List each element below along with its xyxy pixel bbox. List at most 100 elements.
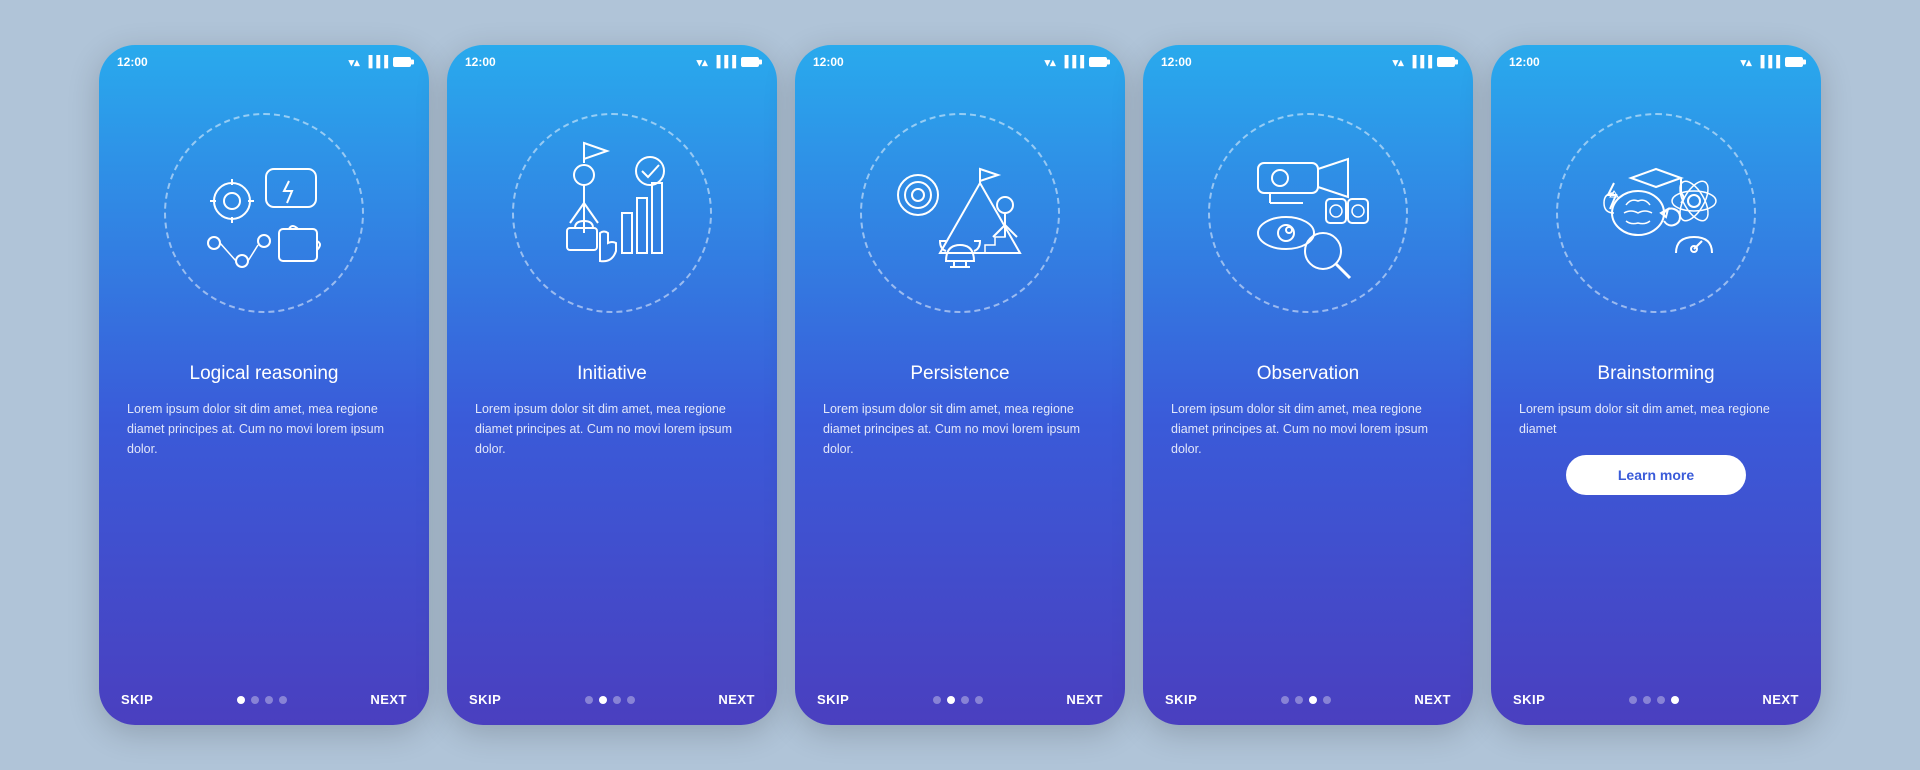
dot-2-0 — [585, 696, 593, 704]
illustration-3 — [795, 73, 1125, 353]
dot-3-2 — [961, 696, 969, 704]
slide-title-3: Persistence — [823, 363, 1097, 385]
nav-dots-1 — [237, 696, 287, 704]
nav-bar-3: SKIP NEXT — [795, 678, 1125, 725]
signal-icon-3: ▐▐▐ — [1061, 56, 1084, 68]
observation-icon — [1228, 133, 1388, 293]
status-icons-5: ▾▴ ▐▐▐ — [1741, 56, 1803, 69]
dashed-circle-4 — [1208, 113, 1408, 313]
next-button-2[interactable]: NEXT — [718, 692, 755, 707]
dot-5-3 — [1671, 696, 1679, 704]
battery-icon-5 — [1785, 57, 1803, 67]
signal-icon-5: ▐▐▐ — [1757, 56, 1780, 68]
wifi-icon-2: ▾▴ — [697, 56, 708, 69]
time-2: 12:00 — [465, 55, 496, 69]
dot-4-2 — [1309, 696, 1317, 704]
dot-3-1 — [947, 696, 955, 704]
slide-title-4: Observation — [1171, 363, 1445, 385]
phone-observation: 12:00 ▾▴ ▐▐▐ — [1143, 45, 1473, 725]
phone-persistence: 12:00 ▾▴ ▐▐▐ — [795, 45, 1125, 725]
dot-1-0 — [237, 696, 245, 704]
content-5: Brainstorming Lorem ipsum dolor sit dim … — [1491, 353, 1821, 678]
nav-dots-2 — [585, 696, 635, 704]
dot-1-2 — [265, 696, 273, 704]
wifi-icon-1: ▾▴ — [349, 56, 360, 69]
skip-button-4[interactable]: SKIP — [1165, 692, 1197, 707]
phone-brainstorming: 12:00 ▾▴ ▐▐▐ — [1491, 45, 1821, 725]
next-button-4[interactable]: NEXT — [1414, 692, 1451, 707]
status-icons-3: ▾▴ ▐▐▐ — [1045, 56, 1107, 69]
status-bar-4: 12:00 ▾▴ ▐▐▐ — [1143, 45, 1473, 73]
illustration-1 — [99, 73, 429, 353]
battery-icon-1 — [393, 57, 411, 67]
nav-dots-5 — [1629, 696, 1679, 704]
time-5: 12:00 — [1509, 55, 1540, 69]
next-button-5[interactable]: NEXT — [1762, 692, 1799, 707]
persistence-icon — [880, 133, 1040, 293]
dot-5-2 — [1657, 696, 1665, 704]
status-icons-4: ▾▴ ▐▐▐ — [1393, 56, 1455, 69]
initiative-icon — [532, 133, 692, 293]
slide-title-5: Brainstorming — [1519, 363, 1793, 385]
slide-body-1: Lorem ipsum dolor sit dim amet, mea regi… — [127, 399, 401, 459]
status-icons-2: ▾▴ ▐▐▐ — [697, 56, 759, 69]
learn-more-button[interactable]: Learn more — [1566, 455, 1746, 495]
skip-button-5[interactable]: SKIP — [1513, 692, 1545, 707]
signal-icon-2: ▐▐▐ — [713, 56, 736, 68]
dot-4-1 — [1295, 696, 1303, 704]
wifi-icon-4: ▾▴ — [1393, 56, 1404, 69]
time-4: 12:00 — [1161, 55, 1192, 69]
signal-icon-4: ▐▐▐ — [1409, 56, 1432, 68]
skip-button-3[interactable]: SKIP — [817, 692, 849, 707]
dot-2-1 — [599, 696, 607, 704]
wifi-icon-3: ▾▴ — [1045, 56, 1056, 69]
status-bar-5: 12:00 ▾▴ ▐▐▐ — [1491, 45, 1821, 73]
skip-button-2[interactable]: SKIP — [469, 692, 501, 707]
slide-body-5: Lorem ipsum dolor sit dim amet, mea regi… — [1519, 399, 1793, 439]
dot-5-0 — [1629, 696, 1637, 704]
battery-icon-4 — [1437, 57, 1455, 67]
content-1: Logical reasoning Lorem ipsum dolor sit … — [99, 353, 429, 678]
status-bar-1: 12:00 ▾▴ ▐▐▐ — [99, 45, 429, 73]
slide-body-4: Lorem ipsum dolor sit dim amet, mea regi… — [1171, 399, 1445, 459]
skip-button-1[interactable]: SKIP — [121, 692, 153, 707]
dashed-circle-5 — [1556, 113, 1756, 313]
dot-2-2 — [613, 696, 621, 704]
dot-3-3 — [975, 696, 983, 704]
phone-initiative: 12:00 ▾▴ ▐▐▐ — [447, 45, 777, 725]
dot-1-1 — [251, 696, 259, 704]
nav-dots-3 — [933, 696, 983, 704]
time-1: 12:00 — [117, 55, 148, 69]
logical-reasoning-icon — [184, 133, 344, 293]
dot-4-3 — [1323, 696, 1331, 704]
dot-5-1 — [1643, 696, 1651, 704]
illustration-5 — [1491, 73, 1821, 353]
dashed-circle-3 — [860, 113, 1060, 313]
signal-icon-1: ▐▐▐ — [365, 56, 388, 68]
nav-bar-2: SKIP NEXT — [447, 678, 777, 725]
dashed-circle-1 — [164, 113, 364, 313]
dot-3-0 — [933, 696, 941, 704]
nav-bar-5: SKIP NEXT — [1491, 678, 1821, 725]
status-bar-2: 12:00 ▾▴ ▐▐▐ — [447, 45, 777, 73]
illustration-4 — [1143, 73, 1473, 353]
nav-dots-4 — [1281, 696, 1331, 704]
content-4: Observation Lorem ipsum dolor sit dim am… — [1143, 353, 1473, 678]
dot-4-0 — [1281, 696, 1289, 704]
battery-icon-2 — [741, 57, 759, 67]
time-3: 12:00 — [813, 55, 844, 69]
status-icons-1: ▾▴ ▐▐▐ — [349, 56, 411, 69]
slide-body-3: Lorem ipsum dolor sit dim amet, mea regi… — [823, 399, 1097, 459]
content-2: Initiative Lorem ipsum dolor sit dim ame… — [447, 353, 777, 678]
dot-1-3 — [279, 696, 287, 704]
slide-title-1: Logical reasoning — [127, 363, 401, 385]
wifi-icon-5: ▾▴ — [1741, 56, 1752, 69]
next-button-1[interactable]: NEXT — [370, 692, 407, 707]
content-3: Persistence Lorem ipsum dolor sit dim am… — [795, 353, 1125, 678]
nav-bar-1: SKIP NEXT — [99, 678, 429, 725]
status-bar-3: 12:00 ▾▴ ▐▐▐ — [795, 45, 1125, 73]
dashed-circle-2 — [512, 113, 712, 313]
next-button-3[interactable]: NEXT — [1066, 692, 1103, 707]
phone-logical-reasoning: 12:00 ▾▴ ▐▐▐ — [99, 45, 429, 725]
nav-bar-4: SKIP NEXT — [1143, 678, 1473, 725]
